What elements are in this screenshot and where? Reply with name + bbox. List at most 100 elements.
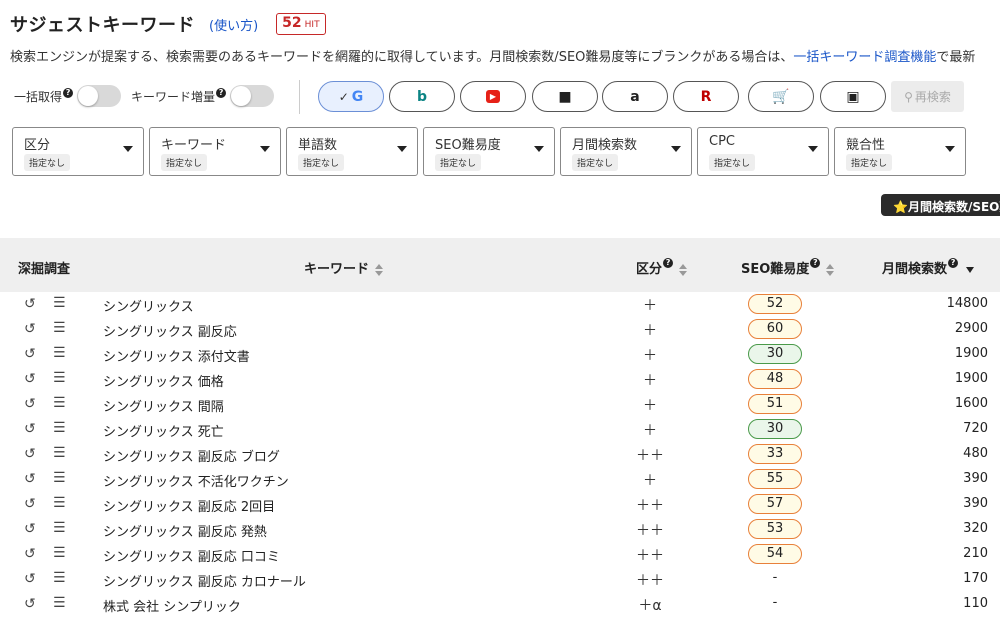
engine-button-youtube[interactable]: ▶ [460,81,526,112]
sort-icon[interactable] [826,263,835,276]
engine-button-video[interactable]: ■ [532,81,598,112]
repeat-icon[interactable]: ↺ [24,346,36,362]
seo-difficulty-badge: 51 [748,394,802,414]
repeat-icon[interactable]: ↺ [24,596,36,612]
filter-label: 競合性 [846,138,886,153]
google-icon: G [351,88,364,105]
repeat-icon[interactable]: ↺ [24,396,36,412]
help-icon[interactable]: ? [63,87,74,98]
keyword-cell[interactable]: シングリックス 副反応 2回目 [103,496,275,515]
menu-icon[interactable]: ☰ [53,470,66,486]
check-icon: ✓ [338,89,349,104]
keyword-cell[interactable]: シングリックス 副反応 [103,321,237,340]
repeat-icon[interactable]: ↺ [24,371,36,387]
keyword-cell[interactable]: シングリックス 死亡 [103,421,224,440]
monthly-volume-cell: 480 [963,446,988,461]
table-row: ↺ ☰ シングリックス 副反応 ブログ ＋＋ 33 480 [0,442,1000,467]
menu-icon[interactable]: ☰ [53,445,66,461]
col-keyword[interactable]: キーワード [304,258,384,277]
kubun-cell: ＋＋ [636,523,664,539]
filter-select-6[interactable]: 競合性 指定なし [834,127,966,176]
keyword-cell[interactable]: シングリックス 副反応 カロナール [103,571,306,590]
research-button[interactable]: ⚲ 再検索 [891,81,964,112]
kubun-cell: ＋ [643,373,657,389]
engine-button-image[interactable]: ▣ [820,81,886,112]
menu-icon[interactable]: ☰ [53,320,66,336]
col-kubun[interactable]: 区分? [636,258,688,277]
repeat-icon[interactable]: ↺ [24,496,36,512]
menu-icon[interactable]: ☰ [53,395,66,411]
keyword-cell[interactable]: シングリックス 価格 [103,371,224,390]
col-volume[interactable]: 月間検索数? [882,258,975,277]
sort-desc-icon[interactable] [966,266,975,273]
filter-label: CPC [709,134,735,149]
kubun-cell: ＋ [643,348,657,364]
repeat-icon[interactable]: ↺ [24,296,36,312]
engine-button-amazon[interactable]: a [602,81,668,112]
filter-select-5[interactable]: CPC 指定なし [697,127,829,176]
filter-value: 指定なし [435,154,482,171]
notice-banner[interactable]: ⭐月間検索数/SEO難 [881,194,1000,216]
repeat-icon[interactable]: ↺ [24,521,36,537]
menu-icon[interactable]: ☰ [53,570,66,586]
seo-difficulty-badge: 30 [748,344,802,364]
menu-icon[interactable]: ☰ [53,345,66,361]
chevron-down-icon [397,146,407,152]
keyword-cell[interactable]: シングリックス 間隔 [103,396,224,415]
repeat-icon[interactable]: ↺ [24,421,36,437]
filter-select-4[interactable]: 月間検索数 指定なし [560,127,692,176]
howto-link[interactable]: (使い方) [209,15,258,34]
help-icon[interactable]: ? [810,258,821,268]
filter-select-2[interactable]: 単語数 指定なし [286,127,418,176]
keyword-cell[interactable]: シングリックス 副反応 ブログ [103,446,280,465]
menu-icon[interactable]: ☰ [53,520,66,536]
sort-icon[interactable] [679,263,688,276]
kubun-cell: ＋ [643,398,657,414]
seo-difficulty-badge: - [772,570,778,585]
engine-button-rakuten[interactable]: R [673,81,739,112]
repeat-icon[interactable]: ↺ [24,546,36,562]
keyword-cell[interactable]: シングリックス 副反応 発熱 [103,521,267,540]
col-seo[interactable]: SEO難易度? [741,258,835,277]
help-icon[interactable]: ? [948,258,959,268]
table-row: ↺ ☰ 株式 会社 シンプリック ＋α - 110 [0,592,1000,617]
keyword-increase-toggle[interactable] [230,85,275,107]
repeat-icon[interactable]: ↺ [24,471,36,487]
menu-icon[interactable]: ☰ [53,545,66,561]
filter-value: 指定なし [572,154,619,171]
hit-unit: HIT [304,20,320,30]
shopping-cart-icon: 🛒 [772,88,790,105]
engine-button-google[interactable]: ✓ G [318,81,384,112]
seo-difficulty-badge: 54 [748,544,802,564]
keyword-cell[interactable]: シングリックス 副反応 口コミ [103,546,280,565]
menu-icon[interactable]: ☰ [53,370,66,386]
filter-label: 月間検索数 [572,138,638,153]
filter-select-0[interactable]: 区分 指定なし [12,127,144,176]
filter-select-1[interactable]: キーワード 指定なし [149,127,281,176]
help-icon[interactable]: ? [663,258,674,268]
menu-icon[interactable]: ☰ [53,595,66,611]
keyword-cell[interactable]: シングリックス 不活化ワクチン [103,471,289,490]
keyword-cell[interactable]: シングリックス 添付文書 [103,346,250,365]
bulk-keyword-research-link[interactable]: 一括キーワード調査機能 [793,50,936,65]
sort-icon[interactable] [375,263,384,276]
help-icon[interactable]: ? [216,87,227,98]
seo-difficulty-badge: 53 [748,519,802,539]
repeat-icon[interactable]: ↺ [24,571,36,587]
menu-icon[interactable]: ☰ [53,420,66,436]
engine-button-bing[interactable]: b [389,81,455,112]
menu-icon[interactable]: ☰ [53,495,66,511]
kubun-cell: ＋ [643,298,657,314]
engine-button-shopping[interactable]: 🛒 [748,81,814,112]
keyword-cell[interactable]: 株式 会社 シンプリック [103,596,241,615]
table-row: ↺ ☰ シングリックス 添付文書 ＋ 30 1900 [0,342,1000,367]
repeat-icon[interactable]: ↺ [24,321,36,337]
keyword-cell[interactable]: シングリックス [103,296,194,315]
filter-select-3[interactable]: SEO難易度 指定なし [423,127,555,176]
hit-count: 52 [282,15,302,31]
seo-difficulty-badge: 60 [748,319,802,339]
menu-icon[interactable]: ☰ [53,295,66,311]
monthly-volume-cell: 1900 [954,371,988,386]
repeat-icon[interactable]: ↺ [24,446,36,462]
bulk-fetch-toggle[interactable] [77,85,122,107]
